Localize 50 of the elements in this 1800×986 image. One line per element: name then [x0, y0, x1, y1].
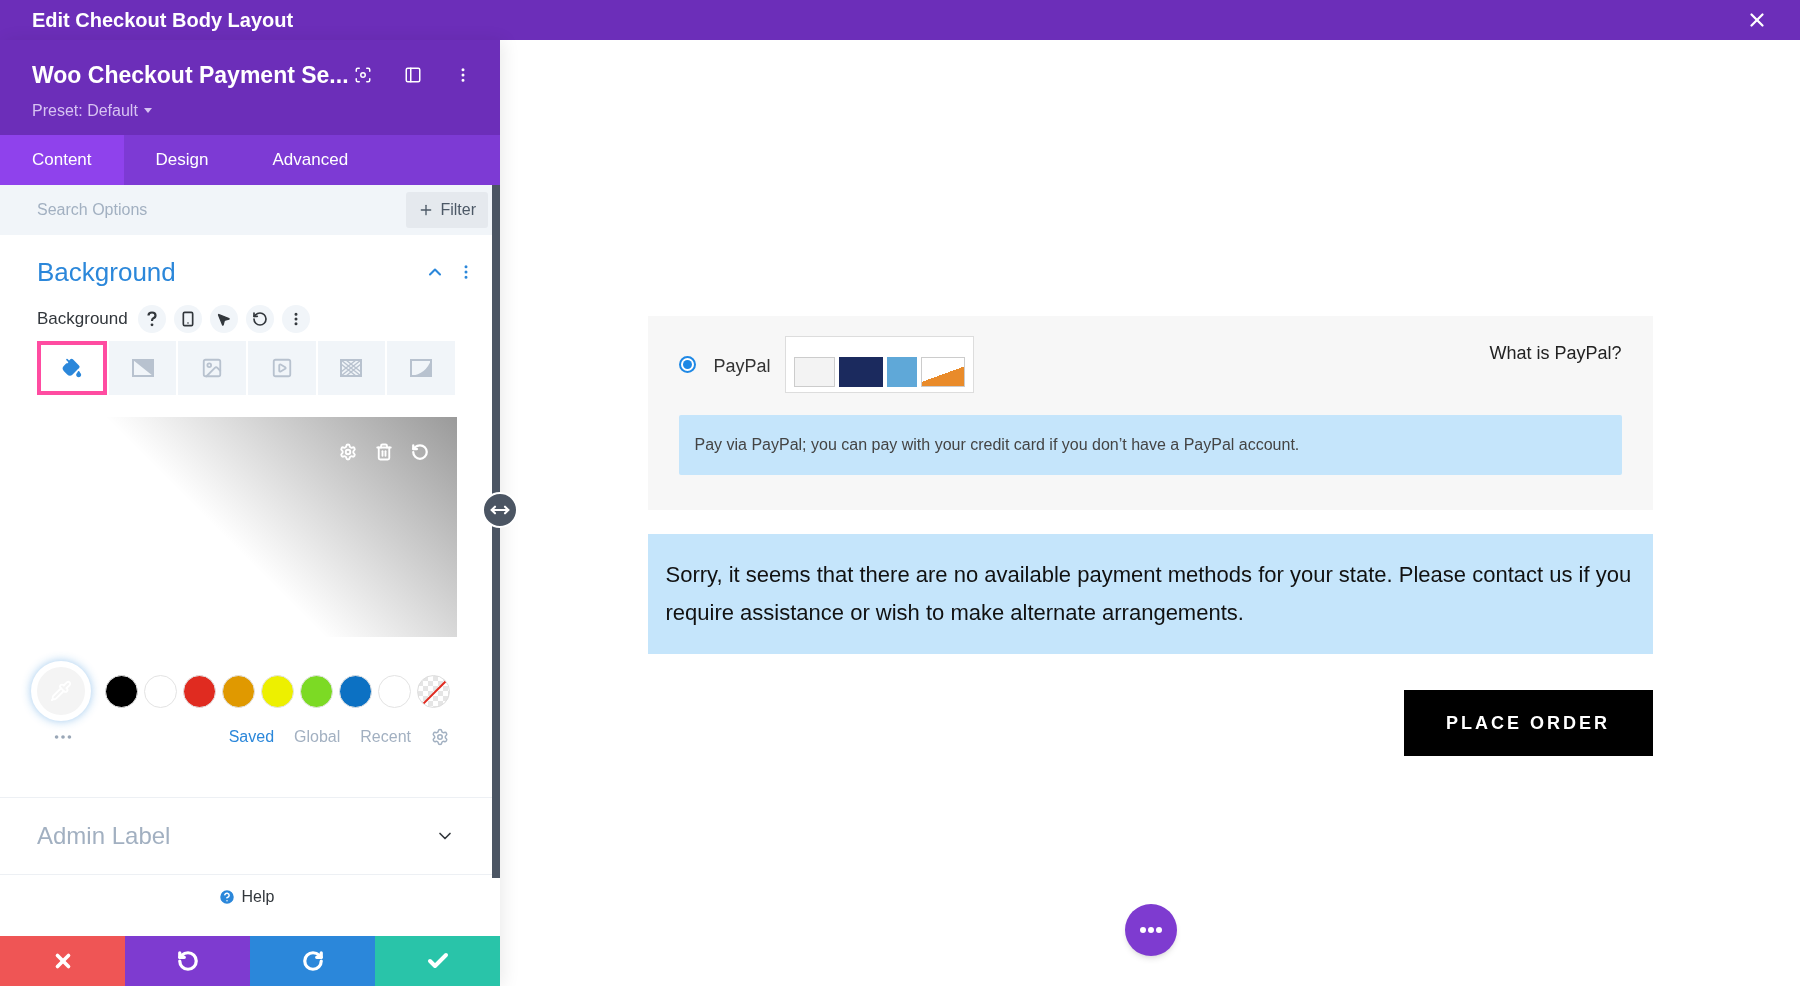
delete-icon[interactable]	[375, 443, 393, 461]
color-swatch[interactable]	[222, 674, 255, 708]
palette-tab[interactable]: Saved	[228, 725, 275, 749]
focus-icon[interactable]	[354, 66, 372, 85]
field-label: Background	[37, 308, 128, 331]
reset-icon[interactable]	[245, 305, 274, 333]
scrollbar[interactable]	[492, 185, 500, 878]
gradient-icon	[131, 359, 154, 377]
color-swatch[interactable]	[300, 674, 333, 708]
color-swatch[interactable]	[378, 674, 411, 708]
redo-button[interactable]	[250, 936, 375, 986]
undo-icon	[176, 950, 199, 972]
radio-button[interactable]	[678, 356, 696, 373]
what-is-paypal-link[interactable]: What is PayPal?	[1489, 340, 1622, 367]
notice-message: Sorry, it seems that there are no available payment methods for your state. Please contact us if you require assistance or wish to make alternate arrangements.	[647, 534, 1653, 654]
help-icon[interactable]	[137, 305, 166, 333]
more-icon	[1140, 927, 1162, 933]
panel-layout-icon[interactable]	[404, 66, 422, 85]
module-title: Woo Checkout Payment Se...	[32, 61, 349, 90]
transparent-swatch[interactable]	[417, 674, 450, 708]
question-mark-icon	[146, 311, 157, 327]
more-actions-button[interactable]	[1125, 904, 1177, 956]
options-icon[interactable]	[281, 305, 310, 333]
help-link[interactable]: Help	[241, 885, 275, 909]
redo-icon	[301, 950, 324, 972]
phone-icon[interactable]	[173, 305, 202, 333]
paint-bucket-icon	[61, 358, 82, 378]
payment-description: Pay via PayPal; you can pay with your credit card if you don’t have a PayPal account.	[678, 415, 1622, 475]
color-swatch[interactable]	[339, 674, 372, 708]
tab[interactable]: Design	[123, 135, 241, 185]
image-icon	[201, 357, 224, 379]
place-order-button[interactable]: PLACE ORDER	[1403, 690, 1653, 756]
color-swatch[interactable]	[261, 674, 294, 708]
tab[interactable]: Content	[0, 135, 124, 185]
search-field[interactable]: Search Options Filter	[0, 185, 492, 235]
filter-button[interactable]: Filter	[406, 192, 488, 228]
color-swatch[interactable]	[144, 674, 177, 708]
pattern-icon	[340, 359, 363, 377]
color-swatch[interactable]	[105, 674, 138, 708]
settings-icon[interactable]	[431, 728, 449, 746]
undo-button[interactable]	[125, 936, 250, 986]
payment-method-label[interactable]: PayPal	[713, 353, 771, 380]
video-icon	[270, 357, 293, 379]
section-title[interactable]: Background	[37, 252, 176, 292]
color-swatch[interactable]	[183, 674, 216, 708]
window-title: Edit Checkout Body Layout	[32, 8, 294, 33]
pointer-icon[interactable]	[209, 305, 238, 333]
tab[interactable]: Advanced	[240, 135, 381, 185]
preset-dropdown[interactable]: Preset: Default	[32, 98, 152, 123]
mask-icon	[410, 359, 433, 377]
